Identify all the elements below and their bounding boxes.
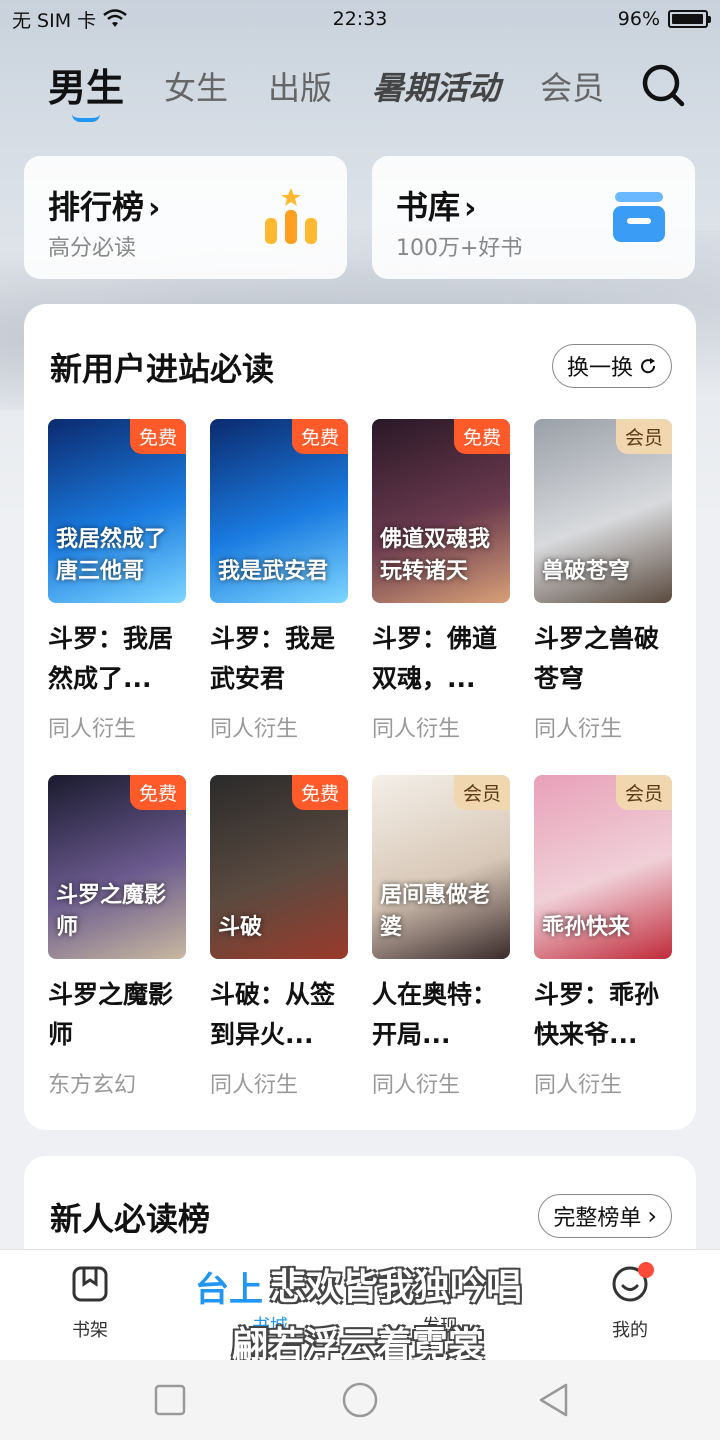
nav-shelf[interactable]: 书架 <box>30 1264 150 1342</box>
book-title[interactable]: 人在奥特：开局... <box>372 975 510 1055</box>
free-badge: 免费 <box>129 419 186 454</box>
book-cover[interactable]: 乖孙快来 会员 <box>534 775 672 959</box>
book-card[interactable]: 我居然成了唐三他哥 免费斗罗：我居然成了... 同人衍生 <box>48 419 186 743</box>
nav-me-label: 我的 <box>612 1320 648 1341</box>
book-category: 同人衍生 <box>534 717 623 742</box>
book-category: 同人衍生 <box>534 1073 623 1098</box>
ranking-title: 排行榜 › <box>48 188 161 226</box>
cover-title: 兽破苍穹 <box>542 559 631 584</box>
book-cover[interactable]: 佛道双魂我玩转诸天 免费 <box>372 419 510 603</box>
new-user-must-read-section: 新用户进站必读 换一换 我居然成了唐三他哥 免费 斗罗：我居然成了... 同人衍生 我是… <box>24 304 696 1130</box>
tab-male[interactable]: 男生 <box>48 60 124 122</box>
home-icon[interactable] <box>342 1382 378 1418</box>
book-card[interactable]: 斗破 免费斗破：从签到异火... 同人衍生 <box>210 775 348 1099</box>
back-icon[interactable] <box>536 1382 572 1418</box>
book-title[interactable]: 斗罗之魔影师 <box>48 975 186 1055</box>
battery-percent: 96% <box>617 8 660 30</box>
book-card[interactable]: 我是武安君 免费斗罗：我是武安君同人衍生 <box>210 419 348 743</box>
nav-shelf-label: 书架 <box>72 1320 108 1341</box>
book-card[interactable]: 居间惠做老婆 会员人在奥特：开局... 同人衍生 <box>372 775 510 1099</box>
chevron-right-icon: › <box>647 1202 657 1230</box>
full-list-button[interactable]: 完整榜单 › <box>538 1194 672 1238</box>
tab-summer-event[interactable]: 暑期活动 <box>372 60 500 116</box>
vip-badge: 会员 <box>453 775 510 810</box>
top-tabs: 男生 女生 出版 暑期活动 会员 <box>48 56 604 122</box>
vip-badge: 会员 <box>615 775 672 810</box>
library-box-icon <box>613 192 665 242</box>
cover-title: 斗罗之魔影师 <box>56 883 167 940</box>
cover-title: 乖孙快来 <box>542 915 631 940</box>
free-badge: 免费 <box>453 419 510 454</box>
book-card[interactable]: 乖孙快来 会员斗罗：乖孙快来爷... 同人衍生 <box>534 775 672 1099</box>
lyric-overlay-line1: 悲欢皆我独吟唱 <box>270 1267 523 1308</box>
recent-apps-icon[interactable] <box>152 1382 188 1418</box>
system-nav-bar <box>0 1360 720 1440</box>
book-category: 同人衍生 <box>48 717 137 742</box>
library-title: 书库 › <box>396 188 477 226</box>
tab-vip[interactable]: 会员 <box>540 60 604 116</box>
cover-title: 斗破 <box>218 915 263 940</box>
nav-me[interactable]: 我的 <box>570 1262 690 1342</box>
library-subtitle: 100万+好书 <box>396 236 523 261</box>
ranking-chart-icon <box>265 188 317 244</box>
book-cover[interactable]: 我居然成了唐三他哥 免费 <box>48 419 186 603</box>
refresh-button[interactable]: 换一换 <box>551 344 672 388</box>
book-card[interactable]: 斗罗之魔影师 免费斗罗之魔影师东方玄幻 <box>48 775 186 1099</box>
book-title[interactable]: 斗罗：佛道双魂，... <box>372 619 510 699</box>
book-cover[interactable]: 斗破 免费 <box>210 775 348 959</box>
refresh-label: 换一换 <box>566 356 633 381</box>
book-shelf-icon <box>72 1266 108 1302</box>
section-title: 新用户进站必读 <box>50 350 275 388</box>
free-badge: 免费 <box>129 775 186 810</box>
status-bar: 无 SIM 卡 22:33 96% <box>0 0 720 38</box>
book-category: 同人衍生 <box>210 717 299 742</box>
cover-title: 佛道双魂我玩转诸天 <box>380 527 491 584</box>
book-category: 同人衍生 <box>210 1073 299 1098</box>
book-category: 同人衍生 <box>372 717 461 742</box>
book-cover[interactable]: 我是武安君 免费 <box>210 419 348 603</box>
cover-title: 居间惠做老婆 <box>380 883 491 940</box>
book-card[interactable]: 兽破苍穹 会员斗罗之兽破苍穹同人衍生 <box>534 419 672 743</box>
book-title[interactable]: 斗罗：我居然成了... <box>48 619 186 699</box>
book-category: 东方玄幻 <box>48 1073 137 1098</box>
book-category: 同人衍生 <box>372 1073 461 1098</box>
store-active-logo[interactable]: 台上 <box>195 1262 263 1311</box>
ranking-subtitle: 高分必读 <box>48 236 137 261</box>
vip-badge: 会员 <box>615 419 672 454</box>
notification-dot <box>638 1262 654 1278</box>
full-list-label: 完整榜单 <box>553 1206 642 1231</box>
tab-female[interactable]: 女生 <box>164 60 228 116</box>
cover-title: 我是武安君 <box>218 559 329 584</box>
search-icon <box>642 64 685 107</box>
section-title: 新人必读榜 <box>50 1200 211 1238</box>
free-badge: 免费 <box>291 419 348 454</box>
book-title[interactable]: 斗破：从签到异火... <box>210 975 348 1055</box>
book-cover[interactable]: 斗罗之魔影师 免费 <box>48 775 186 959</box>
tab-publish[interactable]: 出版 <box>268 60 332 116</box>
battery-icon <box>668 10 711 28</box>
library-card[interactable]: 书库 › 100万+好书 <box>372 156 695 279</box>
book-card[interactable]: 佛道双魂我玩转诸天 免费斗罗：佛道双魂，... 同人衍生 <box>372 419 510 743</box>
book-title[interactable]: 斗罗：乖孙快来爷... <box>534 975 672 1055</box>
carrier-label: 无 SIM 卡 <box>12 9 97 32</box>
refresh-icon <box>641 358 656 374</box>
book-cover[interactable]: 兽破苍穹 会员 <box>534 419 672 603</box>
book-title[interactable]: 斗罗之兽破苍穹 <box>534 619 672 699</box>
ranking-card[interactable]: 排行榜 › 高分必读 <box>24 156 347 279</box>
cover-title: 我居然成了唐三他哥 <box>56 527 167 584</box>
free-badge: 免费 <box>291 775 348 810</box>
book-title[interactable]: 斗罗：我是武安君 <box>210 619 348 699</box>
wifi-icon <box>103 9 127 27</box>
book-cover[interactable]: 居间惠做老婆 会员 <box>372 775 510 959</box>
active-tab-indicator <box>72 114 100 122</box>
search-button[interactable] <box>640 62 686 108</box>
